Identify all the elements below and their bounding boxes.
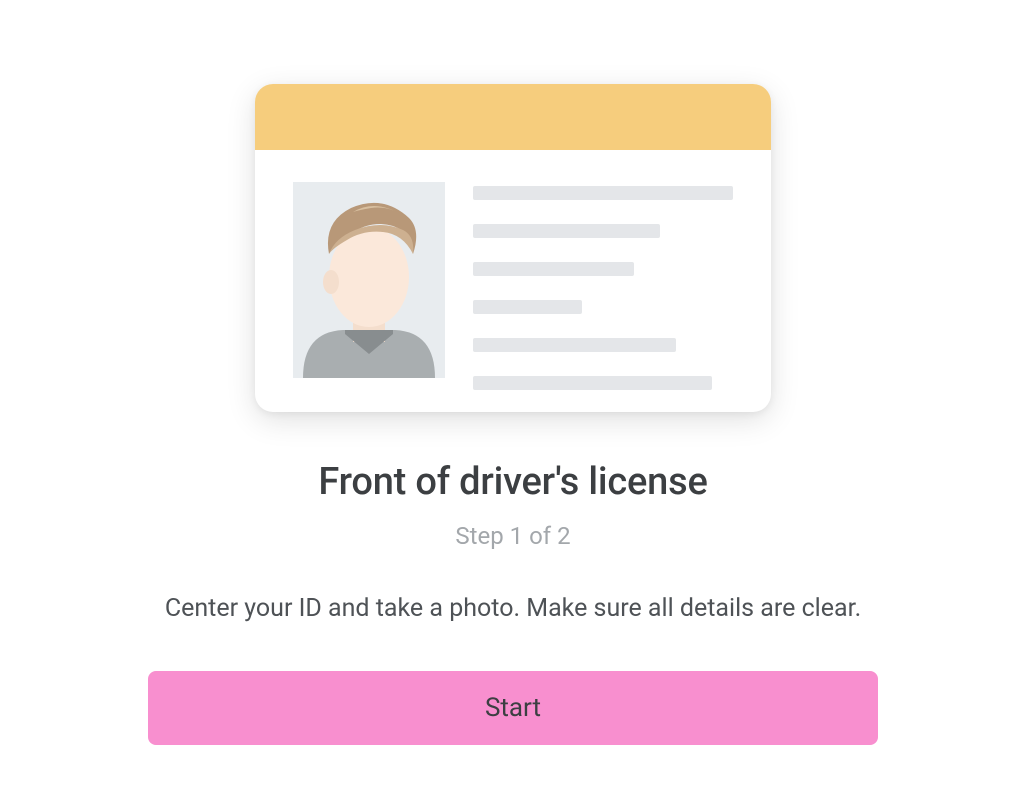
id-card-illustration [255, 84, 771, 412]
id-line [473, 186, 733, 200]
id-photo-placeholder [293, 182, 445, 378]
id-line [473, 300, 582, 314]
id-line [473, 338, 676, 352]
id-line [473, 376, 712, 390]
page-title: Front of driver's license [318, 460, 707, 504]
id-line [473, 262, 634, 276]
instructions-text: Center your ID and take a photo. Make su… [135, 594, 891, 623]
start-button[interactable]: Start [148, 671, 878, 745]
step-indicator: Step 1 of 2 [455, 522, 570, 550]
id-line [473, 224, 660, 238]
id-card-body [255, 150, 771, 390]
id-card-header-stripe [255, 84, 771, 150]
person-avatar-icon [293, 182, 445, 378]
id-text-lines [473, 182, 733, 390]
